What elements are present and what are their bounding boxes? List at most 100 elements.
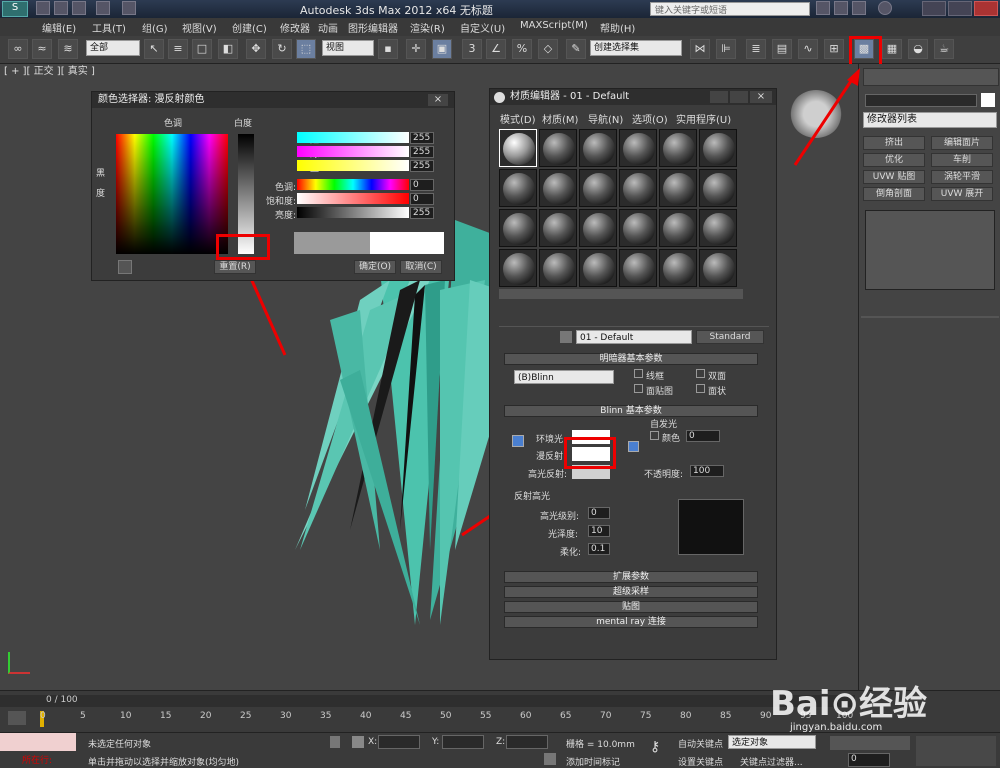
diffuse-map-button[interactable] <box>628 441 639 452</box>
menu-tools[interactable]: 工具(T) <box>92 20 126 35</box>
key-icon[interactable]: ⚷ <box>650 740 670 754</box>
sample-slot[interactable] <box>699 169 737 207</box>
cancel-button[interactable]: 取消(C) <box>400 260 442 274</box>
graphite-icon[interactable]: ▤ <box>772 39 792 59</box>
sample-slot[interactable] <box>619 249 657 287</box>
selection-filter-dropdown[interactable]: 全部 <box>86 40 140 56</box>
sample-slot[interactable] <box>499 249 537 287</box>
extended-params-rollout[interactable]: 扩展参数 <box>504 571 758 583</box>
unlink-icon[interactable]: ≈ <box>32 39 52 59</box>
modifier-button-bevel-profile[interactable]: 倒角剖面 <box>863 187 925 201</box>
menu-edit[interactable]: 编辑(E) <box>42 20 76 35</box>
object-name-field[interactable] <box>865 94 977 107</box>
sample-slot[interactable] <box>579 169 617 207</box>
ref-coord-dropdown[interactable]: 视图 <box>322 40 374 56</box>
sample-slot[interactable] <box>499 169 537 207</box>
maps-rollout[interactable]: 贴图 <box>504 601 758 613</box>
eyedropper-icon[interactable] <box>118 260 132 274</box>
maximize-button[interactable] <box>948 1 972 16</box>
saturation-value[interactable]: 0 <box>410 193 434 205</box>
modifier-button-uvw-map[interactable]: UVW 贴图 <box>863 170 925 184</box>
stack-tools[interactable] <box>865 294 995 310</box>
scale-icon[interactable]: ⬚ <box>296 39 316 59</box>
timeline-menu-icon[interactable] <box>8 711 26 725</box>
window-crossing-icon[interactable]: ◧ <box>218 39 238 59</box>
curve-editor-icon[interactable]: ∿ <box>798 39 818 59</box>
layer-manager-icon[interactable]: ≣ <box>746 39 766 59</box>
rect-selection-icon[interactable]: □ <box>192 39 212 59</box>
material-name-field[interactable]: 01 - Default <box>576 330 692 344</box>
modifier-button-unwrap-uvw[interactable]: UVW 展开 <box>931 187 993 201</box>
green-slider[interactable] <box>297 146 409 157</box>
sample-slot[interactable] <box>539 129 577 167</box>
redo-icon[interactable] <box>122 1 136 15</box>
subscription-icon[interactable] <box>834 1 848 15</box>
modifier-button-extrude[interactable]: 挤出 <box>863 136 925 150</box>
pick-material-icon[interactable] <box>560 331 572 343</box>
mat-maximize-button[interactable] <box>730 91 748 103</box>
menu-views[interactable]: 视图(V) <box>182 20 217 35</box>
green-value[interactable]: 255 <box>410 146 434 158</box>
mat-menu-navigation[interactable]: 导航(N) <box>588 111 623 126</box>
snap-3d-icon[interactable]: 3 <box>462 39 482 59</box>
specular-level-value[interactable]: 0 <box>588 507 610 519</box>
move-icon[interactable]: ✥ <box>246 39 266 59</box>
menu-animation[interactable]: 动画 <box>318 20 338 35</box>
render-setup-icon[interactable]: ▦ <box>882 39 902 59</box>
hue-value[interactable]: 0 <box>410 179 434 191</box>
menu-help[interactable]: 帮助(H) <box>600 20 635 35</box>
search-input[interactable]: 键入关键字或短语 <box>650 2 810 16</box>
sample-slot[interactable] <box>539 209 577 247</box>
face-map-checkbox[interactable] <box>634 384 643 393</box>
select-object-icon[interactable]: ↖ <box>144 39 164 59</box>
pivot-center-icon[interactable]: ▪ <box>378 39 398 59</box>
playback-controls[interactable] <box>830 736 910 750</box>
sample-slot[interactable] <box>499 209 537 247</box>
modifier-button-optimize[interactable]: 优化 <box>863 153 925 167</box>
object-color-swatch[interactable] <box>981 93 995 107</box>
hue-slider[interactable] <box>297 179 409 190</box>
sample-slot[interactable] <box>619 169 657 207</box>
menu-maxscript[interactable]: MAXScript(M) <box>520 20 588 31</box>
shader-dropdown[interactable]: (B)Blinn <box>514 370 614 384</box>
time-slider[interactable]: 0 / 100 <box>0 695 855 707</box>
bind-spacewarp-icon[interactable]: ≋ <box>58 39 78 59</box>
sample-slot[interactable] <box>619 209 657 247</box>
time-tag-icon[interactable] <box>544 753 556 765</box>
new-file-icon[interactable] <box>36 1 50 15</box>
mat-menu-mode[interactable]: 模式(D) <box>500 111 536 126</box>
named-selection-dropdown[interactable]: 创建选择集 <box>590 40 682 56</box>
red-value[interactable]: 255 <box>410 132 434 144</box>
binoculars-icon[interactable] <box>816 1 830 15</box>
z-coord-field[interactable] <box>506 735 548 749</box>
keyboard-shortcut-icon[interactable]: ▣ <box>432 39 452 59</box>
maxscript-listener[interactable] <box>0 733 76 751</box>
mat-tools-row[interactable] <box>499 309 769 327</box>
menu-create[interactable]: 创建(C) <box>232 20 267 35</box>
angle-snap-icon[interactable]: ∠ <box>486 39 506 59</box>
lock-ambient-diffuse-icon[interactable] <box>512 435 524 447</box>
x-coord-field[interactable] <box>378 735 420 749</box>
mat-menu-utilities[interactable]: 实用程序(U) <box>676 111 731 126</box>
add-time-tag[interactable]: 添加时间标记 <box>566 755 620 768</box>
supersampling-rollout[interactable]: 超级采样 <box>504 586 758 598</box>
open-file-icon[interactable] <box>54 1 68 15</box>
two-sided-checkbox[interactable] <box>696 369 705 378</box>
star-icon[interactable] <box>852 1 866 15</box>
mirror-icon[interactable]: ⋈ <box>690 39 710 59</box>
auto-key-button[interactable]: 自动关键点 <box>678 737 723 750</box>
sample-slot[interactable] <box>659 249 697 287</box>
menu-rendering[interactable]: 渲染(R) <box>410 20 445 35</box>
modifier-stack[interactable] <box>865 210 995 290</box>
mat-menu-options[interactable]: 选项(O) <box>632 111 668 126</box>
command-panel-tabs[interactable] <box>863 68 999 86</box>
save-file-icon[interactable] <box>72 1 86 15</box>
mat-close-button[interactable]: × <box>750 91 772 103</box>
wire-checkbox[interactable] <box>634 369 643 378</box>
self-illum-value[interactable]: 0 <box>686 430 720 442</box>
saturation-slider[interactable] <box>297 193 409 204</box>
menu-modifiers[interactable]: 修改器 <box>280 20 310 35</box>
render-production-icon[interactable]: ☕ <box>934 39 954 59</box>
key-mode-dropdown[interactable]: 选定对象 <box>728 735 816 749</box>
modifier-button-edit-patch[interactable]: 编辑面片 <box>931 136 993 150</box>
